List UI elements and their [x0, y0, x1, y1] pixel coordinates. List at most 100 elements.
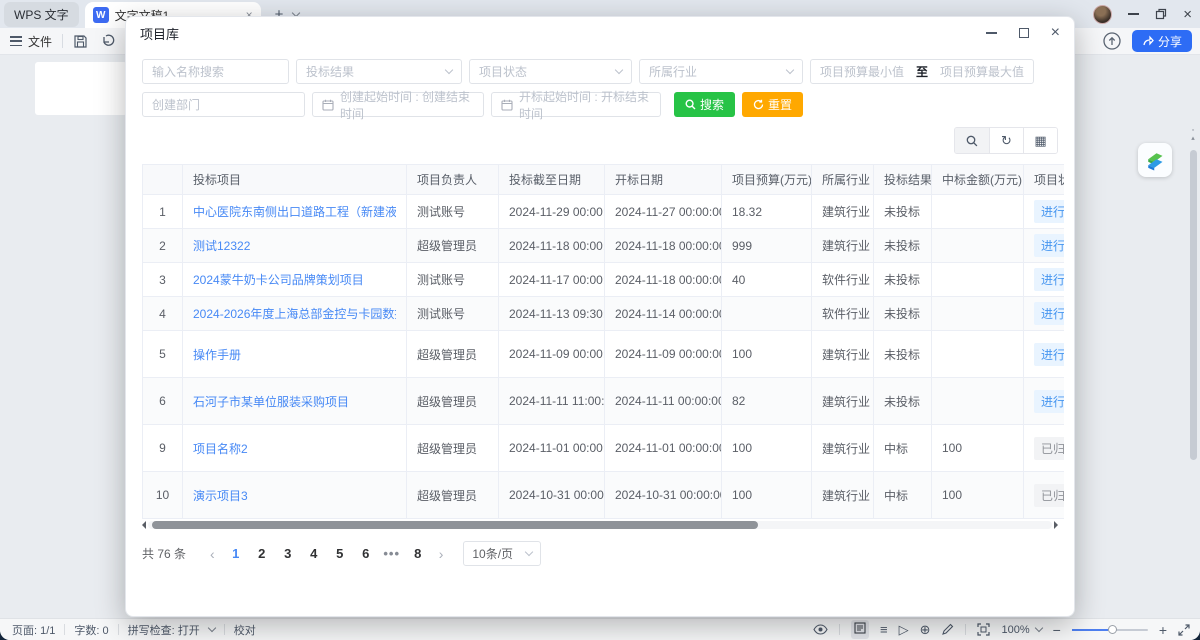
zoom-slider-knob[interactable]: [1108, 625, 1117, 634]
writer-doc-icon: W: [93, 7, 109, 23]
name-search-field[interactable]: [142, 59, 289, 84]
chevron-down-icon: [786, 66, 794, 74]
chevron-down-icon: [445, 66, 453, 74]
page-size-select[interactable]: 10条/页: [463, 541, 541, 566]
project-link[interactable]: 演示项目3: [193, 487, 248, 504]
projects-table: 投标项目项目负责人投标截至日期开标日期项目预算(万元)所属行业投标结果中标金额(…: [142, 164, 1064, 519]
zoom-in-button[interactable]: +: [1159, 622, 1167, 638]
status-badge: 已归档: [1034, 437, 1064, 460]
vertical-scrollbar-thumb[interactable]: [1190, 150, 1197, 460]
table-refresh-icon[interactable]: ↻: [989, 128, 1023, 153]
zoom-out-button[interactable]: −: [1053, 622, 1061, 638]
chevron-down-icon: [615, 66, 623, 74]
status-badge: 进行中: [1034, 200, 1064, 223]
window-restore-button[interactable]: [1155, 8, 1167, 20]
scroll-left-arrow[interactable]: [142, 521, 146, 529]
column-header: 开标日期: [605, 165, 722, 195]
pagination: 共 76 条 ‹ 123456•••8 › 10条/页: [142, 541, 1058, 566]
budget-range-field[interactable]: 项目预算最小值 至 项目预算最大值: [810, 59, 1034, 84]
dialog-minimize-button[interactable]: [986, 32, 997, 34]
page-number[interactable]: 3: [275, 543, 301, 564]
fit-page-icon[interactable]: [977, 623, 990, 636]
wps-window: WPS 文字 W 文字文稿1 × + × 文件: [0, 0, 1200, 640]
table-header-row: 投标项目项目负责人投标截至日期开标日期项目预算(万元)所属行业投标结果中标金额(…: [143, 165, 1064, 195]
create-dept-input[interactable]: [152, 98, 295, 112]
table-row: 5操作手册超级管理员2024-11-09 00:00:002024-11-09 …: [143, 331, 1064, 378]
eye-icon[interactable]: [813, 624, 828, 635]
pagination-pages: 123456•••8: [223, 543, 431, 564]
outline-view-icon[interactable]: ≡: [880, 623, 888, 636]
page-number[interactable]: 1: [223, 543, 249, 564]
table-columns-icon[interactable]: ▦: [1023, 128, 1057, 153]
project-link[interactable]: 操作手册: [193, 346, 241, 363]
open-date-range-picker[interactable]: 开标起始时间 : 开标结束时间: [491, 92, 661, 117]
status-badge: 进行中: [1034, 268, 1064, 291]
wps-home-button[interactable]: WPS 文字: [4, 2, 79, 27]
create-dept-field[interactable]: [142, 92, 305, 117]
budget-max-input[interactable]: 项目预算最大值: [940, 63, 1024, 80]
column-header: 投标结果: [874, 165, 932, 195]
horizontal-scrollbar-thumb[interactable]: [152, 521, 758, 529]
status-badge: 进行中: [1034, 343, 1064, 366]
budget-min-input[interactable]: 项目预算最小值: [820, 63, 904, 80]
table-body: 1中心医院东南侧出口道路工程（新建液氧站侧）测试账号2024-11-29 00:…: [143, 195, 1064, 519]
name-search-input[interactable]: [152, 65, 279, 79]
total-count: 共 76 条: [142, 545, 186, 562]
undo-icon[interactable]: [100, 34, 115, 49]
calendar-icon: [501, 99, 513, 111]
table-row: 42024-2026年度上海总部金控与卡园数据中心食材供应项目测试账号2024-…: [143, 297, 1064, 331]
zoom-slider[interactable]: [1072, 629, 1148, 631]
proofread-button[interactable]: 校对: [234, 622, 256, 638]
calendar-icon: [322, 99, 334, 111]
dialog-title: 项目库: [140, 24, 179, 43]
page-number[interactable]: 6: [353, 543, 379, 564]
zoom-chevron-icon[interactable]: [1034, 624, 1042, 632]
page-number[interactable]: 5: [327, 543, 353, 564]
spellcheck-chevron-icon[interactable]: [208, 624, 216, 632]
fullscreen-icon[interactable]: [1178, 624, 1190, 636]
page-number[interactable]: 8: [405, 543, 431, 564]
project-link[interactable]: 2024蒙牛奶卡公司品牌策划项目: [193, 271, 364, 288]
scroll-right-arrow[interactable]: [1054, 521, 1058, 529]
page-number[interactable]: 4: [301, 543, 327, 564]
play-view-icon[interactable]: ▷: [899, 623, 909, 636]
table-search-icon[interactable]: [955, 128, 989, 153]
reset-icon: [753, 99, 764, 110]
next-page-button[interactable]: ›: [431, 546, 452, 562]
status-bar: 页面: 1/1 字数: 0 拼写检查: 打开 校对 ≡ ▷ ⊕: [0, 618, 1200, 640]
user-avatar[interactable]: [1093, 5, 1112, 24]
project-link[interactable]: 2024-2026年度上海总部金控与卡园数据中心食材供应项目: [193, 305, 396, 322]
share-button[interactable]: 分享: [1132, 30, 1192, 52]
search-button[interactable]: 搜索: [674, 92, 735, 117]
bid-result-select[interactable]: 投标结果: [296, 59, 462, 84]
document-page: [35, 62, 127, 115]
edit-pencil-icon[interactable]: [941, 623, 954, 636]
side-tool-icons[interactable]: ▫▴: [1189, 127, 1197, 143]
web-layout-icon[interactable]: ⊕: [920, 623, 931, 636]
project-link[interactable]: 中心医院东南侧出口道路工程（新建液氧站侧）: [193, 203, 396, 220]
page-number[interactable]: 2: [249, 543, 275, 564]
reset-button[interactable]: 重置: [742, 92, 803, 117]
project-link[interactable]: 测试12322: [193, 237, 250, 254]
spellcheck-toggle[interactable]: 拼写检查: 打开: [128, 622, 200, 638]
dialog-close-button[interactable]: ×: [1051, 25, 1060, 41]
horizontal-scrollbar: [142, 520, 1058, 529]
save-icon[interactable]: [73, 34, 88, 49]
project-link[interactable]: 石河子市某单位服装采购项目: [193, 393, 349, 410]
window-close-button[interactable]: ×: [1183, 7, 1192, 22]
zoom-level[interactable]: 100%: [1001, 624, 1029, 636]
file-menu[interactable]: 文件: [10, 33, 52, 50]
page-number: •••: [379, 543, 405, 564]
project-link[interactable]: 项目名称2: [193, 440, 248, 457]
page-view-icon[interactable]: [851, 620, 869, 639]
project-status-select[interactable]: 项目状态: [469, 59, 632, 84]
prev-page-button[interactable]: ‹: [202, 546, 223, 562]
column-header: 项目负责人: [407, 165, 499, 195]
table-row: 1中心医院东南侧出口道路工程（新建液氧站侧）测试账号2024-11-29 00:…: [143, 195, 1064, 229]
assistant-app-icon[interactable]: [1138, 143, 1172, 177]
dialog-maximize-button[interactable]: [1019, 28, 1029, 38]
create-date-range-picker[interactable]: 创建起始时间 : 创建结束时间: [312, 92, 484, 117]
cloud-sync-icon[interactable]: [1102, 31, 1122, 51]
window-minimize-button[interactable]: [1128, 13, 1139, 15]
industry-select[interactable]: 所属行业: [639, 59, 803, 84]
